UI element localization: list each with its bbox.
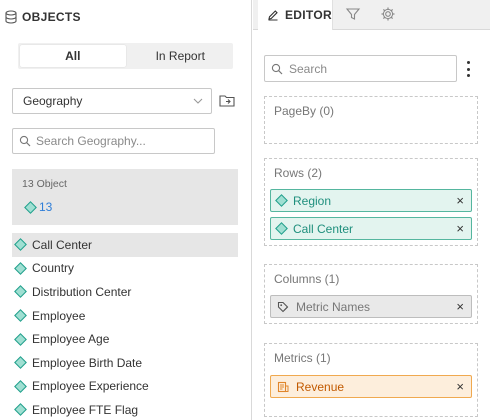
attribute-list-item[interactable]: Distribution Center — [12, 280, 238, 304]
dataset-dropdown[interactable]: Geography — [12, 88, 212, 114]
segment-all-button[interactable]: All — [20, 45, 126, 67]
columns-item-metric-names[interactable]: Metric Names × — [270, 295, 472, 318]
object-count-box: 13 Object 13 — [12, 169, 238, 225]
chevron-down-icon — [193, 98, 203, 104]
columns-item-label: Metric Names — [296, 299, 371, 314]
close-icon[interactable]: × — [456, 380, 464, 394]
object-count-value[interactable]: 13 — [24, 200, 53, 214]
filter-icon[interactable] — [345, 6, 361, 22]
kebab-menu-icon[interactable] — [466, 61, 470, 77]
search-objects-placeholder: Search Geography... — [36, 134, 146, 148]
metrics-label: Metrics (1) — [274, 351, 331, 365]
attribute-list-item-label: Employee Age — [32, 332, 110, 347]
attribute-list-item-label: Distribution Center — [32, 284, 132, 299]
attribute-list-item-label: Country — [32, 261, 75, 276]
diamond-attribute-icon — [14, 379, 27, 393]
diamond-attribute-icon — [275, 194, 288, 207]
attribute-list-item[interactable]: Country — [12, 257, 238, 281]
search-objects-input[interactable]: Search Geography... — [12, 128, 215, 154]
search-icon — [271, 63, 283, 74]
attribute-list-item[interactable]: Employee Age — [12, 327, 238, 351]
diamond-attribute-icon — [14, 238, 27, 252]
segment-in-report-button[interactable]: In Report — [128, 43, 234, 69]
diamond-attribute-icon — [14, 285, 27, 299]
attribute-list-item[interactable]: Employee FTE Flag — [12, 398, 238, 420]
rows-dropzone[interactable]: Rows (2) Region × Call Center × — [264, 158, 478, 246]
objects-title: OBJECTS — [22, 10, 81, 24]
attribute-list-item-label: Employee — [32, 308, 86, 323]
columns-label: Columns (1) — [274, 272, 340, 286]
diamond-attribute-icon — [14, 356, 27, 370]
rows-item-region[interactable]: Region × — [270, 189, 472, 212]
folder-icon[interactable] — [218, 92, 236, 110]
database-icon — [5, 10, 17, 24]
close-icon[interactable]: × — [456, 300, 464, 314]
diamond-attribute-icon — [14, 403, 27, 417]
close-icon[interactable]: × — [456, 222, 464, 236]
editor-search-input[interactable]: Search — [264, 55, 457, 82]
close-icon[interactable]: × — [456, 194, 464, 208]
rows-item-call-center[interactable]: Call Center × — [270, 217, 472, 240]
attribute-list-item[interactable]: Employee Experience — [12, 375, 238, 399]
object-count-label: 13 Object — [22, 178, 67, 190]
objects-filter-segment: All In Report — [18, 43, 233, 69]
pageby-dropzone[interactable]: PageBy (0) — [264, 96, 478, 144]
objects-header: OBJECTS — [0, 0, 252, 34]
rows-item-label: Call Center — [293, 221, 354, 236]
gear-icon[interactable] — [380, 6, 396, 22]
object-count-number: 13 — [39, 200, 53, 214]
metrics-dropzone[interactable]: Metrics (1) Revenue × — [264, 343, 478, 417]
diamond-attribute-icon — [275, 222, 288, 235]
search-icon — [19, 135, 31, 147]
dataset-dropdown-value: Geography — [23, 94, 83, 108]
rows-item-label: Region — [293, 193, 332, 208]
attribute-list-item[interactable]: Call Center — [12, 233, 238, 257]
editor-search-placeholder: Search — [289, 61, 328, 76]
attribute-list-item-label: Employee FTE Flag — [32, 402, 139, 417]
attribute-list-item-label: Call Center — [32, 237, 93, 252]
columns-dropzone[interactable]: Columns (1) Metric Names × — [264, 264, 478, 324]
attribute-list-item-label: Employee Birth Date — [32, 355, 143, 370]
diamond-attribute-icon — [24, 200, 37, 214]
editor-panel: EDITOR Search PageBy (0) Rows (2) Region… — [253, 0, 490, 420]
tab-editor[interactable]: EDITOR — [258, 0, 333, 30]
tag-icon — [277, 301, 289, 312]
tab-editor-label: EDITOR — [285, 8, 332, 22]
diamond-attribute-icon — [14, 262, 27, 275]
objects-panel: OBJECTS All In Report Geography Search G… — [0, 0, 252, 420]
attribute-list-item[interactable]: Employee Birth Date — [12, 351, 238, 375]
metrics-item-revenue[interactable]: Revenue × — [270, 375, 472, 398]
attribute-list-item-label: Employee Experience — [32, 379, 149, 394]
rows-label: Rows (2) — [274, 166, 323, 180]
metrics-item-label: Revenue — [296, 379, 345, 394]
attribute-list: Call Center Country Distribution Center Emp… — [12, 233, 238, 420]
diamond-attribute-icon — [14, 309, 27, 322]
editor-tabs: EDITOR — [253, 0, 490, 30]
attribute-list-item[interactable]: Employee — [12, 304, 238, 328]
diamond-attribute-icon — [14, 332, 27, 346]
metric-icon — [277, 381, 289, 392]
editor-body: Search PageBy (0) Rows (2) Region × Call… — [253, 31, 490, 420]
pencil-icon — [268, 10, 278, 21]
pageby-label: PageBy (0) — [274, 104, 335, 118]
